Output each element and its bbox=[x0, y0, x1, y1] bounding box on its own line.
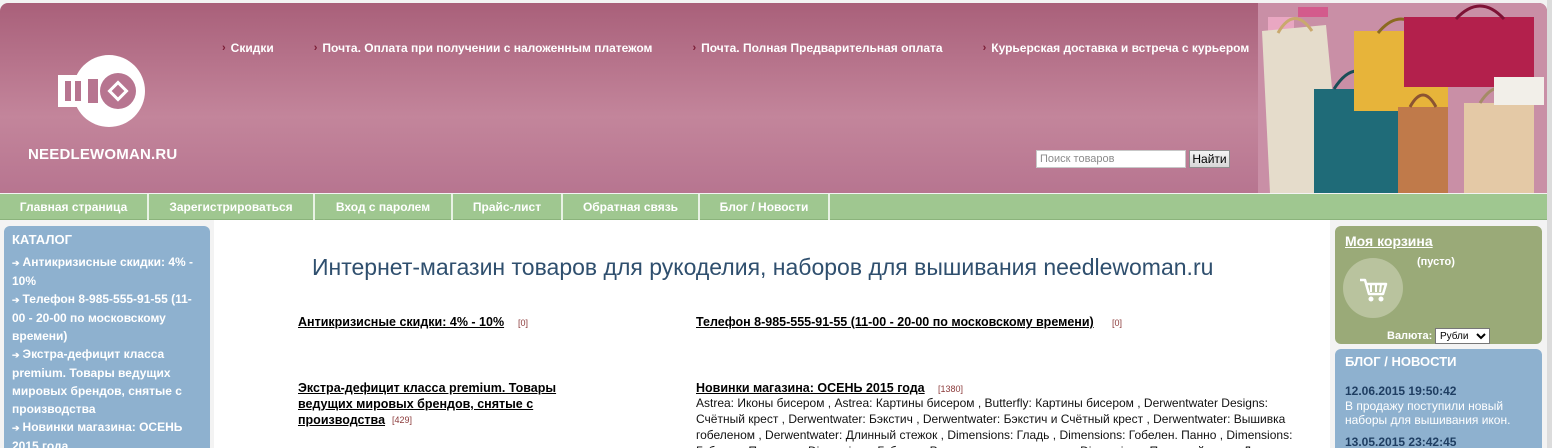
search-button[interactable]: Найти bbox=[1189, 150, 1230, 168]
chevron-right-icon: › bbox=[982, 42, 987, 54]
main-nav: Главная страница Зарегистрироваться Вход… bbox=[0, 194, 1547, 220]
top-link-label: Почта. Полная Предварительная оплата bbox=[701, 41, 943, 55]
category-link[interactable]: Экстра-дефицит класса premium. Товары ве… bbox=[298, 380, 588, 428]
scrollbar[interactable] bbox=[1547, 0, 1552, 448]
blog-post-date: 12.06.2015 19:50:42 bbox=[1345, 384, 1457, 398]
category-link[interactable]: Новинки магазина: ОСЕНЬ 2015 года bbox=[696, 380, 925, 396]
arrow-right-icon: ➔ bbox=[12, 423, 20, 433]
catalog-item-label: Антикризисные скидки: 4% - 10% bbox=[12, 255, 194, 288]
blog-post-date: 13.05.2015 23:42:45 bbox=[1345, 435, 1457, 448]
top-link-label: Почта. Оплата при получении с наложенным… bbox=[322, 41, 653, 55]
page-title: Интернет-магазин товаров для рукоделия, … bbox=[312, 254, 1214, 280]
top-link-cod[interactable]: › Почта. Оплата при получении с наложенны… bbox=[314, 41, 653, 55]
chevron-right-icon: › bbox=[692, 42, 697, 54]
category-link[interactable]: Телефон 8-985-555-91-55 (11-00 - 20-00 п… bbox=[696, 314, 1094, 330]
currency-select[interactable]: Рубли bbox=[1435, 328, 1490, 344]
top-link-label: Скидки bbox=[230, 41, 274, 55]
blog-title: БЛОГ / НОВОСТИ bbox=[1345, 354, 1457, 369]
cart-panel: Моя корзина (пусто) Валюта: Рубли bbox=[1335, 226, 1542, 344]
logo-icon[interactable] bbox=[58, 49, 154, 133]
category-link[interactable]: Антикризисные скидки: 4% - 10% bbox=[298, 314, 504, 330]
catalog-title: КАТАЛОГ bbox=[12, 232, 72, 247]
category-count: [0] bbox=[518, 318, 529, 328]
arrow-right-icon: ➔ bbox=[12, 295, 20, 305]
header: NEEDLEWOMAN.RU › Скидки › Почта. Оплата пр… bbox=[0, 3, 1547, 193]
nav-price-list[interactable]: Прайс-лист bbox=[453, 194, 563, 220]
arrow-right-icon: ➔ bbox=[12, 350, 20, 360]
top-link-courier[interactable]: › Курьерская доставка и встреча с курьеро… bbox=[983, 41, 1250, 55]
shopping-bags-image bbox=[1258, 3, 1547, 193]
catalog-item[interactable]: ➔ Телефон 8-985-555-91-55 (11-00 - 20-00 … bbox=[12, 290, 202, 345]
top-link-label: Курьерская доставка и встреча с курьером bbox=[991, 41, 1250, 55]
currency-label: Валюта: bbox=[1387, 330, 1433, 342]
shopping-cart-icon bbox=[1360, 278, 1388, 302]
category-count: [429] bbox=[392, 415, 413, 425]
chevron-right-icon: › bbox=[222, 42, 226, 54]
blog-panel: БЛОГ / НОВОСТИ 12.06.2015 19:50:42 В про… bbox=[1335, 349, 1542, 448]
category-count: [1380] bbox=[938, 384, 964, 394]
subcategory-list: Astrea: Иконы бисером , Astrea: Картины … bbox=[696, 396, 1293, 448]
nav-blog[interactable]: Блог / Новости bbox=[700, 194, 830, 220]
nav-home[interactable]: Главная страница bbox=[0, 194, 149, 220]
catalog-item[interactable]: ➔ Новинки магазина: ОСЕНЬ 2015 года bbox=[12, 418, 202, 448]
catalog-item-label: Новинки магазина: ОСЕНЬ 2015 года bbox=[12, 420, 183, 448]
nav-feedback[interactable]: Обратная связь bbox=[563, 194, 700, 220]
nav-register[interactable]: Зарегистрироваться bbox=[149, 194, 315, 220]
top-link-discounts[interactable]: › Скидки bbox=[222, 41, 274, 55]
top-links: › Скидки › Почта. Оплата при получении с н… bbox=[222, 41, 1289, 55]
top-link-prepaid[interactable]: › Почта. Полная Предварительная оплата bbox=[692, 41, 942, 55]
page: NEEDLEWOMAN.RU › Скидки › Почта. Оплата пр… bbox=[0, 0, 1552, 448]
catalog-item-label: Телефон 8-985-555-91-55 (11-00 - 20-00 п… bbox=[12, 292, 192, 343]
chevron-right-icon: › bbox=[313, 42, 318, 54]
catalog-item[interactable]: ➔ Антикризисные скидки: 4% - 10% bbox=[12, 253, 202, 290]
catalog-item-label: Экстра-дефицит класса premium. Товары ве… bbox=[12, 347, 182, 416]
category-count: [0] bbox=[1112, 318, 1123, 328]
arrow-right-icon: ➔ bbox=[12, 258, 20, 268]
search-input[interactable] bbox=[1036, 150, 1186, 168]
cart-status: (пусто) bbox=[1417, 256, 1455, 268]
catalog-item[interactable]: ➔ Экстра-дефицит класса premium. Товары в… bbox=[12, 345, 202, 418]
main-content: Интернет-магазин товаров для рукоделия, … bbox=[214, 220, 1330, 448]
cart-icon[interactable] bbox=[1343, 258, 1403, 318]
nav-login[interactable]: Вход с паролем bbox=[315, 194, 453, 220]
catalog-sidebar: КАТАЛОГ ➔ Антикризисные скидки: 4% - 10% … bbox=[4, 226, 210, 448]
site-name[interactable]: NEEDLEWOMAN.RU bbox=[28, 146, 177, 163]
blog-post-text[interactable]: В продажу поступили новый наборы для выш… bbox=[1345, 399, 1537, 427]
cart-title[interactable]: Моя корзина bbox=[1345, 233, 1433, 249]
